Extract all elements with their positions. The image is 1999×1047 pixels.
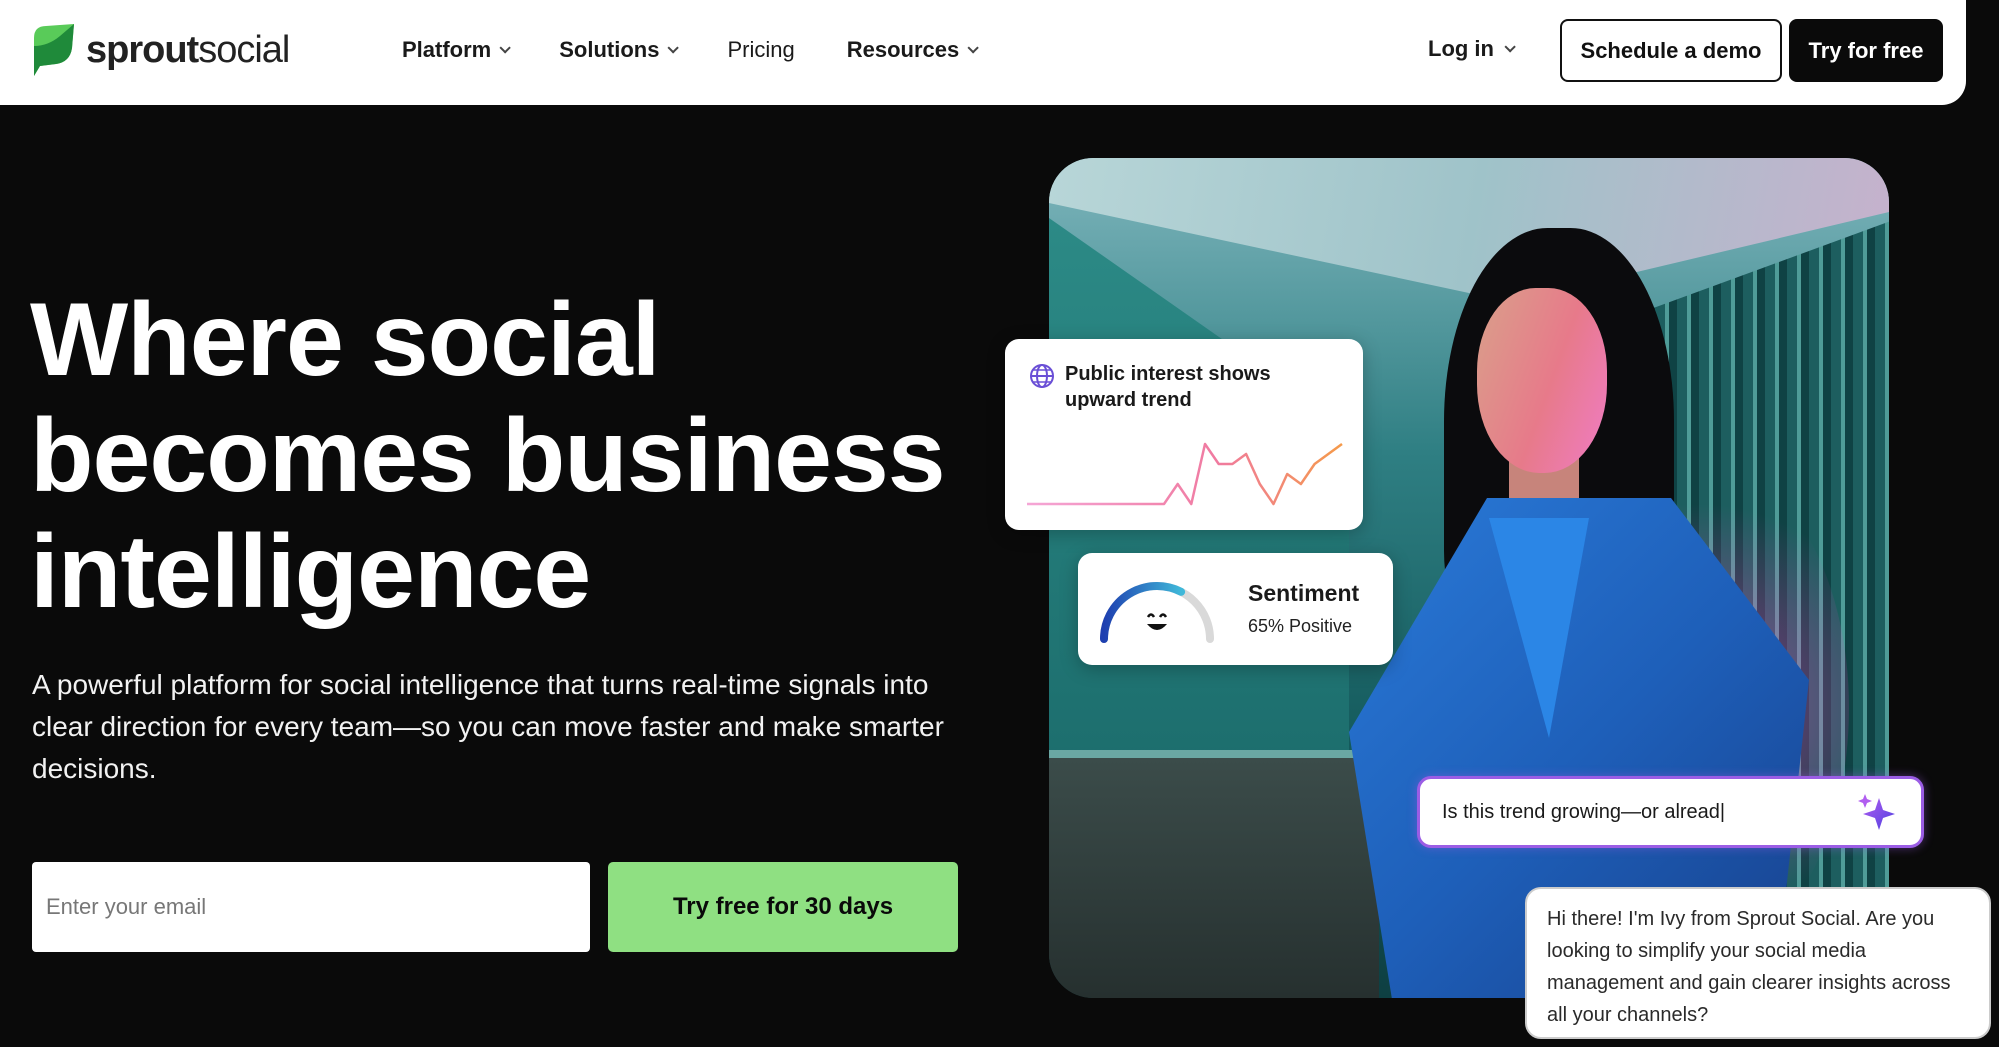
- login-label: Log in: [1428, 36, 1494, 61]
- nav-item-solutions[interactable]: Solutions: [559, 37, 680, 63]
- gauge-fill: [1100, 582, 1186, 643]
- nav-item-label: Pricing: [727, 37, 795, 62]
- trend-card: Public interest shows upward trend: [1005, 339, 1363, 530]
- nav-links: Platform Solutions Pricing Resources: [402, 0, 1027, 100]
- gauge-track: [1100, 582, 1214, 643]
- top-nav: sproutsocial Platform Solutions Pricing …: [0, 0, 1966, 105]
- sparkle-icon: [1858, 794, 1895, 830]
- chevron-down-icon: [1504, 41, 1516, 53]
- sentiment-title: Sentiment: [1248, 580, 1360, 606]
- nav-item-platform[interactable]: Platform: [402, 37, 512, 63]
- login-menu[interactable]: Log in: [1428, 36, 1516, 62]
- smiley-face-icon: [1146, 613, 1168, 630]
- chevron-down-icon: [967, 42, 980, 54]
- ai-prompt-text: Is this trend growing—or alread|: [1442, 800, 1726, 823]
- nav-item-label: Solutions: [559, 37, 660, 62]
- hero-headline: Where social becomes business intelligen…: [30, 282, 946, 630]
- trend-line-chart: [1027, 442, 1343, 506]
- schedule-demo-button[interactable]: Schedule a demo: [1560, 19, 1782, 82]
- email-input[interactable]: [32, 862, 590, 952]
- try-free-button[interactable]: Try for free: [1789, 19, 1943, 82]
- sprout-logo-icon: [34, 24, 74, 76]
- chevron-down-icon: [667, 42, 680, 54]
- globe-icon: [1030, 364, 1054, 388]
- logo-text: sproutsocial: [86, 28, 290, 71]
- sentiment-gauge: [1100, 582, 1214, 643]
- sentiment-card: Sentiment 65% Positive: [1078, 553, 1393, 665]
- nav-item-pricing[interactable]: Pricing: [727, 37, 794, 63]
- chevron-down-icon: [499, 42, 512, 54]
- nav-item-label: Resources: [846, 37, 960, 62]
- chat-bubble[interactable]: Hi there! I'm Ivy from Sprout Social. Ar…: [1525, 887, 1991, 1039]
- sentiment-value: 65% Positive: [1248, 616, 1353, 636]
- trend-series-line: [1027, 442, 1343, 506]
- desk: [1049, 758, 1379, 998]
- logo[interactable]: sproutsocial: [30, 22, 290, 78]
- nav-item-resources[interactable]: Resources: [846, 37, 980, 63]
- person-face: [1477, 288, 1607, 473]
- nav-item-label: Platform: [402, 37, 492, 62]
- trend-title: Public interest shows upward trend: [1065, 363, 1271, 411]
- hero-subtext: A powerful platform for social intellige…: [32, 669, 944, 784]
- ai-prompt-input[interactable]: Is this trend growing—or alread|: [1417, 776, 1924, 848]
- try-free-30-days-button[interactable]: Try free for 30 days: [608, 862, 958, 952]
